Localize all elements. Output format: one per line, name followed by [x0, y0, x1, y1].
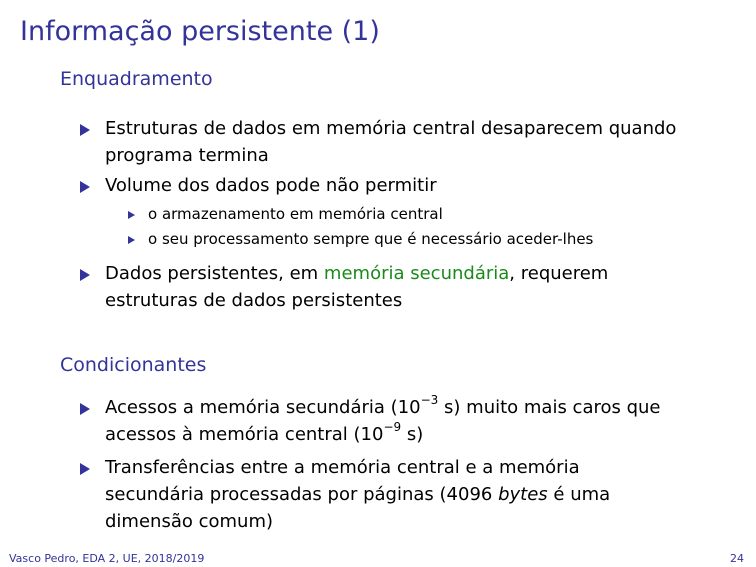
- bullet-text: estruturas de dados persistentes: [105, 290, 403, 311]
- sub-bullet-item: o seu processamento sempre que é necessá…: [148, 230, 594, 248]
- italic-text: bytes: [498, 484, 548, 505]
- bullet-item: Dados persistentes, em memória secundári…: [105, 260, 735, 314]
- section-heading-enquadramento: Enquadramento: [60, 68, 213, 90]
- bullet-triangle-icon: [80, 124, 90, 136]
- bullet-text: é uma: [547, 484, 611, 505]
- bullet-triangle-icon: [80, 463, 90, 475]
- section-heading-condicionantes: Condicionantes: [60, 354, 207, 376]
- bullet-triangle-icon: [80, 181, 90, 193]
- bullet-item: Transferências entre a memória central e…: [105, 454, 735, 535]
- page-number: 24: [730, 552, 744, 565]
- bullet-text: dimensão comum): [105, 511, 273, 532]
- bullet-text: Acessos a memória secundária (10: [105, 397, 421, 418]
- bullet-text: s): [401, 424, 424, 445]
- slide-title: Informação persistente (1): [20, 16, 380, 47]
- bullet-text: acessos à memória central (10: [105, 424, 384, 445]
- sub-bullet-item: o armazenamento em memória central: [148, 205, 443, 223]
- bullet-text: Estruturas de dados em memória central d…: [105, 118, 677, 139]
- bullet-text: Dados persistentes, em: [105, 263, 324, 284]
- exponent: −3: [420, 393, 439, 407]
- bullet-triangle-icon: [80, 269, 90, 281]
- bullet-text: , requerem: [509, 263, 609, 284]
- exponent: −9: [383, 420, 402, 434]
- bullet-item: Estruturas de dados em memória central d…: [105, 115, 735, 169]
- sub-bullet-triangle-icon: [128, 236, 135, 244]
- bullet-text: s) muito mais caros que: [438, 397, 661, 418]
- footer-author: Vasco Pedro, EDA 2, UE, 2018/2019: [9, 552, 205, 565]
- bullet-text: secundária processadas por páginas (4096: [105, 484, 499, 505]
- bullet-item: Acessos a memória secundária (10−3 s) mu…: [105, 394, 735, 448]
- bullet-triangle-icon: [80, 403, 90, 415]
- highlight-text: memória secundária: [323, 263, 510, 284]
- bullet-item: Volume dos dados pode não permitir: [105, 172, 735, 199]
- sub-bullet-triangle-icon: [128, 211, 135, 219]
- bullet-text: Transferências entre a memória central e…: [105, 457, 580, 478]
- bullet-text: programa termina: [105, 145, 269, 166]
- bullet-text: Volume dos dados pode não permitir: [105, 175, 437, 196]
